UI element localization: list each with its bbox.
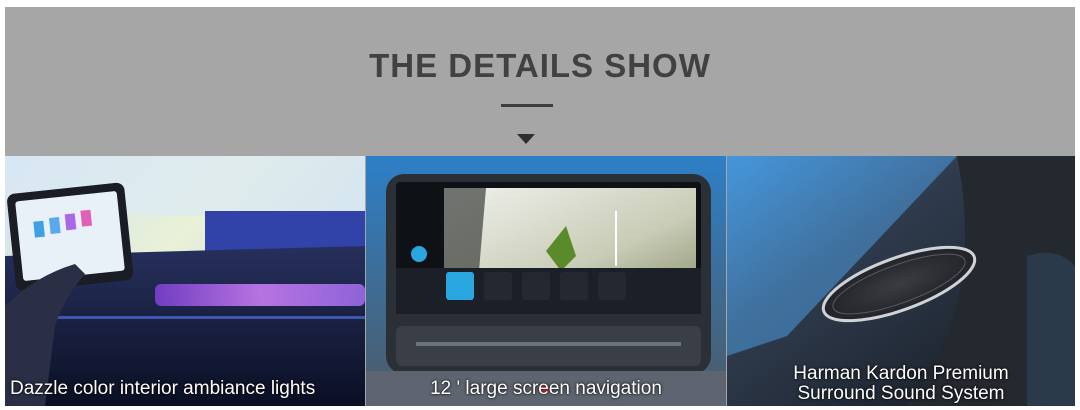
feature-panel-navigation[interactable]: 12 ' large screen navigation [366, 156, 726, 406]
section-title: THE DETAILS SHOW [369, 47, 711, 84]
feature-panels: Dazzle color interior ambiance lights 12… [5, 156, 1075, 406]
section-header: THE DETAILS SHOW [5, 7, 1075, 155]
ambient-lights-caption: Dazzle color interior ambiance lights [10, 378, 316, 399]
title-divider [501, 104, 553, 107]
feature-panel-ambient-lights[interactable]: Dazzle color interior ambiance lights [5, 156, 365, 406]
details-section: THE DETAILS SHOW Dazzle color interior a… [5, 7, 1075, 406]
navigation-caption: 12 ' large screen navigation [430, 378, 662, 399]
feature-panel-sound-system[interactable]: Harman Kardon Premium Surround Sound Sys… [727, 156, 1075, 406]
sound-system-caption: Harman Kardon Premium Surround Sound Sys… [727, 364, 1075, 404]
navigation-screen-image [366, 156, 726, 406]
ambient-lights-image [5, 156, 365, 406]
down-arrow-icon [517, 134, 535, 144]
sound-system-caption-line2: Surround Sound System [797, 383, 1005, 404]
sound-system-caption-line1: Harman Kardon Premium [793, 363, 1009, 384]
